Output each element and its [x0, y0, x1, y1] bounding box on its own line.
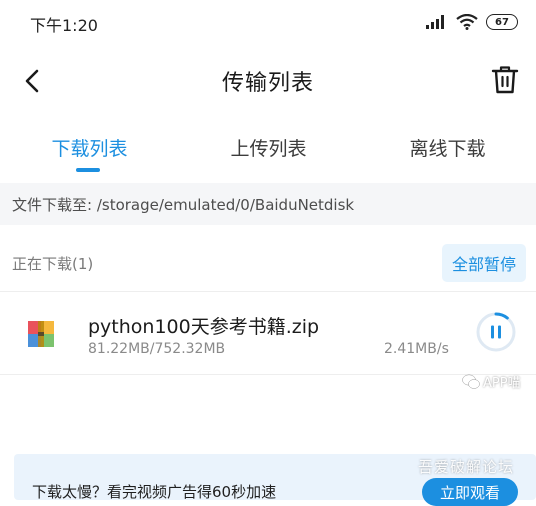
file-speed-text: 2.41MB/s: [384, 341, 449, 357]
trash-icon: [491, 66, 519, 94]
download-item[interactable]: python100天参考书籍.zip 81.22MB/752.32MB 2.41…: [0, 294, 536, 375]
signal-icon: [426, 15, 444, 29]
tab-active-indicator: [76, 168, 100, 172]
download-path-text: 文件下载至: /storage/emulated/0/BaiduNetdisk: [12, 196, 355, 214]
file-name: python100天参考书籍.zip: [88, 316, 320, 338]
download-path-bar: 文件下载至: /storage/emulated/0/BaiduNetdisk: [0, 183, 536, 225]
page-title: 传输列表: [221, 71, 314, 96]
watch-now-button[interactable]: 立即观看: [422, 478, 518, 506]
file-progress-text: 81.22MB/752.32MB: [88, 341, 226, 357]
pause-progress-icon: [476, 312, 516, 352]
zip-archive-icon: [28, 321, 54, 347]
wechat-icon: [462, 374, 480, 389]
wechat-watermark: APP喵: [462, 372, 521, 391]
tab-offline-download[interactable]: 离线下载: [358, 134, 536, 161]
status-time: 下午1:20: [30, 16, 98, 35]
status-bar: 下午1:20 67: [0, 0, 536, 44]
downloading-count-label: 正在下载(1): [12, 255, 94, 273]
downloading-section-header: 正在下载(1) 全部暂停: [0, 235, 536, 292]
tab-upload-list[interactable]: 上传列表: [179, 134, 358, 161]
status-icons: 67: [426, 12, 518, 32]
ad-text: 下载太慢？看完视频广告得60秒加速: [32, 483, 277, 501]
battery-level: 67: [495, 16, 509, 28]
forum-watermark: 吾爱破解论坛: [418, 458, 515, 476]
pause-all-button[interactable]: 全部暂停: [442, 244, 526, 282]
nav-bar: 传输列表: [0, 52, 536, 108]
pause-download-button[interactable]: [474, 310, 518, 354]
delete-button[interactable]: [490, 64, 520, 96]
wifi-icon: [456, 14, 478, 30]
wechat-watermark-text: APP喵: [483, 376, 521, 391]
battery-icon: 67: [486, 14, 518, 30]
tab-download-list[interactable]: 下载列表: [0, 134, 179, 161]
tab-bar: 下载列表 上传列表 离线下载: [0, 122, 536, 178]
